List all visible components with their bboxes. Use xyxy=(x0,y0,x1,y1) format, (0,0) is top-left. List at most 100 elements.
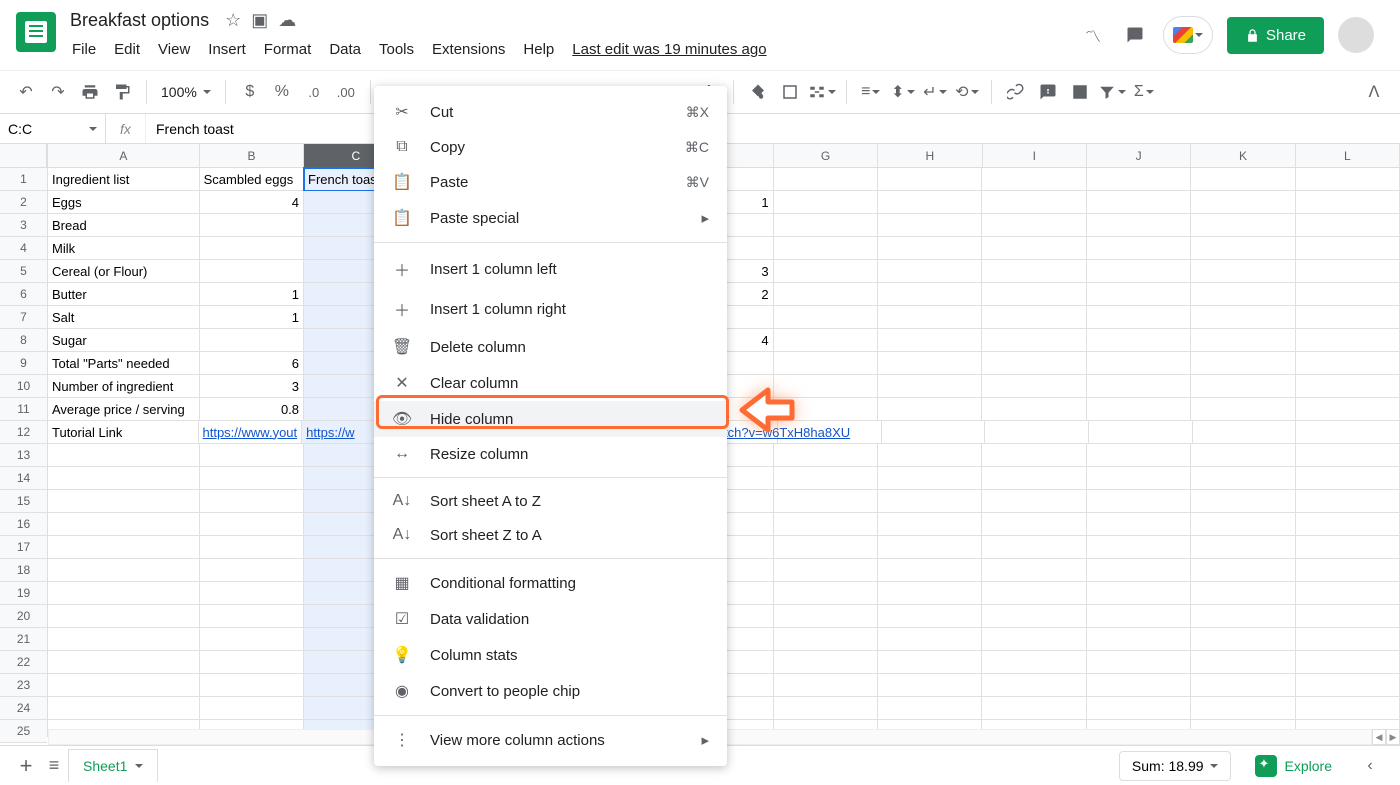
cell-A5[interactable]: Cereal (or Flour) xyxy=(48,260,200,283)
cell-K15[interactable] xyxy=(1191,490,1295,513)
ctx-column-stats[interactable]: 💡Column stats xyxy=(374,637,727,673)
merge-icon[interactable] xyxy=(808,78,836,106)
cell-I23[interactable] xyxy=(982,674,1086,697)
ctx-hide-column[interactable]: 👁Hide column xyxy=(374,401,727,437)
ctx-copy[interactable]: ⧉Copy⌘C xyxy=(374,130,727,164)
cell-L8[interactable] xyxy=(1296,329,1400,352)
cell-L15[interactable] xyxy=(1296,490,1400,513)
row-header-14[interactable]: 14 xyxy=(0,467,47,490)
cell-K2[interactable] xyxy=(1191,191,1295,214)
cell-G22[interactable] xyxy=(774,651,878,674)
cell-G17[interactable] xyxy=(774,536,878,559)
cell-A21[interactable] xyxy=(48,628,200,651)
cell-L19[interactable] xyxy=(1296,582,1400,605)
cell-A19[interactable] xyxy=(48,582,200,605)
row-header-5[interactable]: 5 xyxy=(0,260,47,283)
cell-A7[interactable]: Salt xyxy=(48,306,200,329)
cell-G24[interactable] xyxy=(774,697,878,720)
cell-L20[interactable] xyxy=(1296,605,1400,628)
print-icon[interactable] xyxy=(76,78,104,106)
cell-A8[interactable]: Sugar xyxy=(48,329,200,352)
row-header-8[interactable]: 8 xyxy=(0,329,47,352)
cell-J15[interactable] xyxy=(1087,490,1191,513)
col-header-K[interactable]: K xyxy=(1191,144,1295,167)
last-edit-link[interactable]: Last edit was 19 minutes ago xyxy=(564,37,774,62)
cell-A6[interactable]: Butter xyxy=(48,283,200,306)
cell-H6[interactable] xyxy=(878,283,982,306)
cell-I9[interactable] xyxy=(982,352,1086,375)
currency-icon[interactable]: $ xyxy=(236,78,264,106)
add-sheet-icon[interactable]: + xyxy=(12,752,40,780)
cell-G21[interactable] xyxy=(774,628,878,651)
cell-A23[interactable] xyxy=(48,674,200,697)
row-header-10[interactable]: 10 xyxy=(0,375,47,398)
cell-I1[interactable] xyxy=(982,168,1086,191)
side-panel-toggle[interactable]: ‹ xyxy=(1356,752,1384,780)
cell-G19[interactable] xyxy=(774,582,878,605)
row-header-15[interactable]: 15 xyxy=(0,490,47,513)
cell-I3[interactable] xyxy=(982,214,1086,237)
cell-B23[interactable] xyxy=(200,674,304,697)
cell-I20[interactable] xyxy=(982,605,1086,628)
menu-help[interactable]: Help xyxy=(515,37,562,62)
cell-J10[interactable] xyxy=(1087,375,1191,398)
cell-A14[interactable] xyxy=(48,467,200,490)
col-header-I[interactable]: I xyxy=(983,144,1087,167)
name-box[interactable]: C:C xyxy=(0,114,106,143)
cell-H14[interactable] xyxy=(878,467,982,490)
cell-H13[interactable] xyxy=(878,444,982,467)
cell-A12[interactable]: Tutorial Link xyxy=(48,421,199,444)
cell-J4[interactable] xyxy=(1087,237,1191,260)
cell-H23[interactable] xyxy=(878,674,982,697)
cell-I22[interactable] xyxy=(982,651,1086,674)
ctx-insert-1-column-right[interactable]: ＋Insert 1 column right xyxy=(374,289,727,329)
col-header-B[interactable]: B xyxy=(200,144,304,167)
cell-J19[interactable] xyxy=(1087,582,1191,605)
cell-L12[interactable] xyxy=(1296,421,1400,444)
cell-G16[interactable] xyxy=(774,513,878,536)
cell-I12[interactable] xyxy=(985,421,1089,444)
cell-G6[interactable] xyxy=(774,283,878,306)
cell-G8[interactable] xyxy=(774,329,878,352)
cell-J13[interactable] xyxy=(1087,444,1191,467)
formula-bar[interactable]: French toast xyxy=(146,121,1400,137)
cell-A9[interactable]: Total "Parts" needed xyxy=(48,352,200,375)
cell-H16[interactable] xyxy=(878,513,982,536)
activity-icon[interactable]: 〽 xyxy=(1079,21,1107,49)
row-header-18[interactable]: 18 xyxy=(0,559,47,582)
ctx-sort-sheet-z-to-a[interactable]: A↓Sort sheet Z to A xyxy=(374,518,727,552)
cell-K10[interactable] xyxy=(1191,375,1295,398)
col-header-J[interactable]: J xyxy=(1087,144,1191,167)
sheet-tab[interactable]: Sheet1 xyxy=(68,749,158,782)
scroll-arrows[interactable]: ◀▶ xyxy=(1372,729,1400,745)
cell-K3[interactable] xyxy=(1191,214,1295,237)
cell-K5[interactable] xyxy=(1191,260,1295,283)
cell-J9[interactable] xyxy=(1087,352,1191,375)
cell-A18[interactable] xyxy=(48,559,200,582)
cell-K23[interactable] xyxy=(1191,674,1295,697)
quick-sum[interactable]: Sum: 18.99 xyxy=(1119,751,1231,781)
cell-J12[interactable] xyxy=(1089,421,1193,444)
cell-A11[interactable]: Average price / serving xyxy=(48,398,200,421)
cell-B1[interactable]: Scambled eggs xyxy=(200,168,304,191)
cell-H5[interactable] xyxy=(878,260,982,283)
cell-H18[interactable] xyxy=(878,559,982,582)
cell-G18[interactable] xyxy=(774,559,878,582)
cell-B14[interactable] xyxy=(200,467,304,490)
col-header-A[interactable]: A xyxy=(48,144,200,167)
cell-L11[interactable] xyxy=(1296,398,1400,421)
cell-L2[interactable] xyxy=(1296,191,1400,214)
cell-B22[interactable] xyxy=(200,651,304,674)
move-icon[interactable]: ▣ xyxy=(251,10,268,31)
cell-K9[interactable] xyxy=(1191,352,1295,375)
menu-file[interactable]: File xyxy=(64,37,104,62)
cell-G13[interactable] xyxy=(774,444,878,467)
cell-H10[interactable] xyxy=(878,375,982,398)
cell-J5[interactable] xyxy=(1087,260,1191,283)
cell-B13[interactable] xyxy=(200,444,304,467)
all-sheets-icon[interactable]: ≡ xyxy=(40,752,68,780)
link-icon[interactable] xyxy=(1002,78,1030,106)
cell-B17[interactable] xyxy=(200,536,304,559)
ctx-paste[interactable]: 📋Paste⌘V xyxy=(374,164,727,200)
menu-insert[interactable]: Insert xyxy=(200,37,254,62)
